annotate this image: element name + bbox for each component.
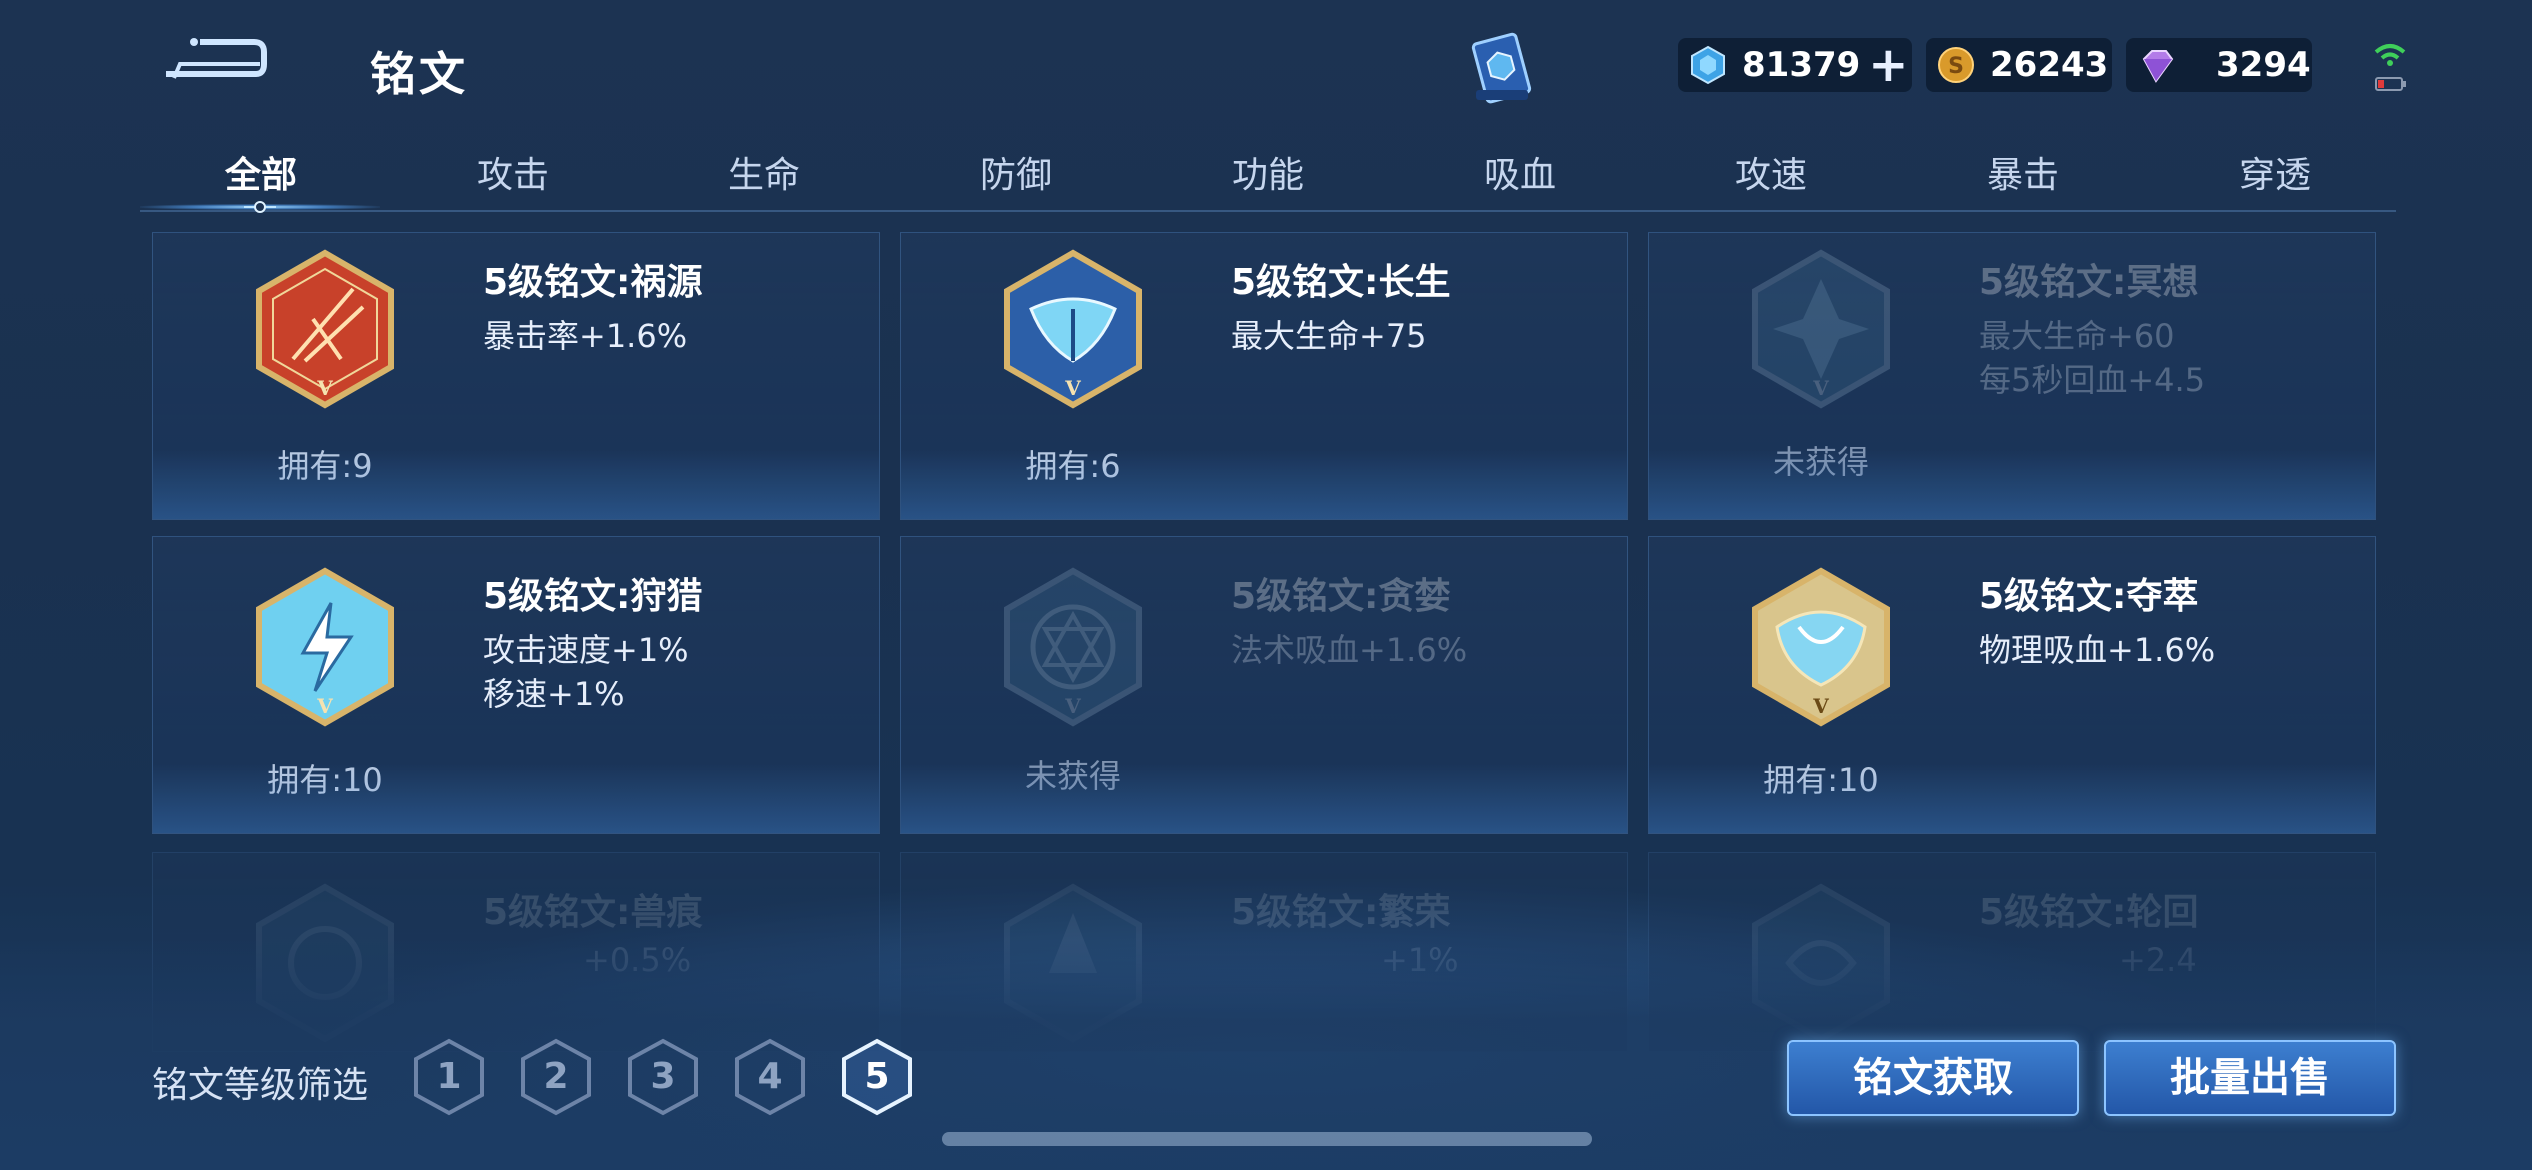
rune-name: 5级铭文:繁荣 <box>1231 892 1451 933</box>
svg-text:V: V <box>1812 694 1829 718</box>
rune-stat: 攻击速度+1% <box>483 631 689 669</box>
tab-penetration[interactable]: 穿透 <box>2205 146 2345 198</box>
rune-card-lunhui[interactable]: 5级铭文:轮回 +2.4 <box>1648 852 2376 1052</box>
tab-attack[interactable]: 攻击 <box>443 146 583 198</box>
rune-stat: 暴击率+1.6% <box>483 317 688 355</box>
level-number: 2 <box>543 1056 569 1097</box>
rune-owned-count: 拥有:10 <box>1763 761 1879 799</box>
rune-blue-emblem-icon: V <box>1004 249 1142 409</box>
gem-value: 3294 <box>2216 45 2311 85</box>
home-indicator[interactable] <box>942 1132 1592 1146</box>
rune-card-tanlan[interactable]: V 5级铭文:贪婪 法术吸血+1.6% 未获得 <box>900 536 1628 834</box>
rune-red-emblem-icon: V <box>256 249 394 409</box>
diamond-icon <box>1691 45 1725 85</box>
rune-name: 5级铭文:轮回 <box>1979 892 2199 933</box>
rune-card-fanrong[interactable]: 5级铭文:繁荣 +1% <box>900 852 1628 1052</box>
rune-stat: 物理吸血+1.6% <box>1979 631 2216 669</box>
rune-cyan-emblem-icon: V <box>256 567 394 727</box>
rune-card-changsheng[interactable]: V 5级铭文:长生 最大生命+75 拥有:6 <box>900 232 1628 520</box>
rune-name: 5级铭文:冥想 <box>1979 262 2199 303</box>
rune-teal-emblem-icon <box>256 883 394 1043</box>
gold-currency: S 26243 <box>1926 38 2112 92</box>
svg-text:V: V <box>316 376 333 400</box>
svg-text:S: S <box>1948 54 1964 79</box>
rune-name: 5级铭文:狩猎 <box>483 576 703 617</box>
rune-card-duocui[interactable]: V 5级铭文:夺萃 物理吸血+1.6% 拥有:10 <box>1648 536 2376 834</box>
tab-utility[interactable]: 功能 <box>1198 146 1338 198</box>
rune-stat: +0.5% <box>583 941 692 979</box>
rune-card-huoyuan[interactable]: V 5级铭文:祸源 暴击率+1.6% 拥有:9 <box>152 232 880 520</box>
add-diamond-button[interactable]: + <box>1868 41 1908 89</box>
rune-stat: +2.4 <box>2119 941 2197 979</box>
rune-owned-status: 未获得 <box>1772 443 1869 481</box>
rune-teal-emblem-icon <box>1752 883 1890 1043</box>
diamond-value: 81379 <box>1742 45 1861 85</box>
rune-owned-count: 拥有:9 <box>277 447 373 485</box>
tab-lifesteal[interactable]: 吸血 <box>1450 146 1590 198</box>
level-filter-4[interactable]: 4 <box>733 1038 807 1116</box>
tab-indicator-dot-icon <box>244 201 276 213</box>
gold-coin-icon: S <box>1938 47 1974 83</box>
rune-stat: 法术吸血+1.6% <box>1231 631 1468 669</box>
rune-name: 5级铭文:祸源 <box>483 262 703 303</box>
tab-health[interactable]: 生命 <box>694 146 834 198</box>
level-filter-5[interactable]: 5 <box>840 1038 914 1116</box>
svg-text:V: V <box>1812 376 1829 400</box>
level-filter-2[interactable]: 2 <box>519 1038 593 1116</box>
level-number: 5 <box>864 1056 890 1097</box>
signal-battery-icon <box>2374 44 2406 91</box>
diamond-currency: 81379 + <box>1678 38 1912 92</box>
rune-card-shoulie[interactable]: V 5级铭文:狩猎 攻击速度+1% 移速+1% 拥有:10 <box>152 536 880 834</box>
level-filter-3[interactable]: 3 <box>626 1038 700 1116</box>
tab-defense[interactable]: 防御 <box>946 146 1086 198</box>
acquire-rune-button[interactable]: 铭文获取 <box>1787 1040 2079 1116</box>
level-number: 4 <box>757 1056 783 1097</box>
rune-card-shouhen[interactable]: 5级铭文:兽痕 +0.5% <box>152 852 880 1052</box>
rune-stat: 最大生命+75 <box>1231 317 1427 355</box>
level-filter-label: 铭文等级筛选 <box>152 1065 369 1106</box>
rune-cyan-emblem-icon: V <box>1752 567 1890 727</box>
rune-stat: 移速+1% <box>483 675 625 713</box>
rune-book-icon[interactable] <box>1460 28 1544 112</box>
tab-attack-speed[interactable]: 攻速 <box>1701 146 1841 198</box>
rune-teal-emblem-icon: V <box>1004 567 1142 727</box>
rune-stat: +1% <box>1381 941 1459 979</box>
tab-critical[interactable]: 暴击 <box>1953 146 2093 198</box>
bulk-sell-button[interactable]: 批量出售 <box>2104 1040 2396 1116</box>
level-number: 3 <box>650 1056 676 1097</box>
rune-stat: 每5秒回血+4.5 <box>1979 361 2206 399</box>
gold-value: 26243 <box>1990 45 2109 85</box>
rune-teal-emblem-icon: V <box>1752 249 1890 409</box>
rune-name: 5级铭文:兽痕 <box>483 892 703 933</box>
svg-text:V: V <box>316 694 333 718</box>
rune-owned-status: 未获得 <box>1024 757 1121 795</box>
rune-teal-emblem-icon <box>1004 883 1142 1043</box>
rune-name: 5级铭文:长生 <box>1231 262 1451 303</box>
rune-stat: 最大生命+60 <box>1979 317 2175 355</box>
category-tabs: 全部 攻击 生命 防御 功能 吸血 攻速 暴击 穿透 <box>140 140 2396 213</box>
svg-text:V: V <box>1064 694 1081 718</box>
level-number: 1 <box>436 1056 462 1097</box>
rune-owned-count: 拥有:6 <box>1025 447 1121 485</box>
purple-gem-icon <box>2142 50 2174 83</box>
rune-owned-count: 拥有:10 <box>267 761 383 799</box>
rune-name: 5级铭文:贪婪 <box>1231 576 1451 617</box>
tab-all[interactable]: 全部 <box>191 146 331 198</box>
back-icon[interactable] <box>160 34 270 90</box>
page-title: 铭文 <box>370 47 468 101</box>
svg-text:V: V <box>1064 376 1081 400</box>
level-filter-1[interactable]: 1 <box>412 1038 486 1116</box>
rune-card-mingxiang[interactable]: V 5级铭文:冥想 最大生命+60 每5秒回血+4.5 未获得 <box>1648 232 2376 520</box>
gem-currency: 3294 <box>2126 38 2312 92</box>
rune-name: 5级铭文:夺萃 <box>1979 576 2199 617</box>
